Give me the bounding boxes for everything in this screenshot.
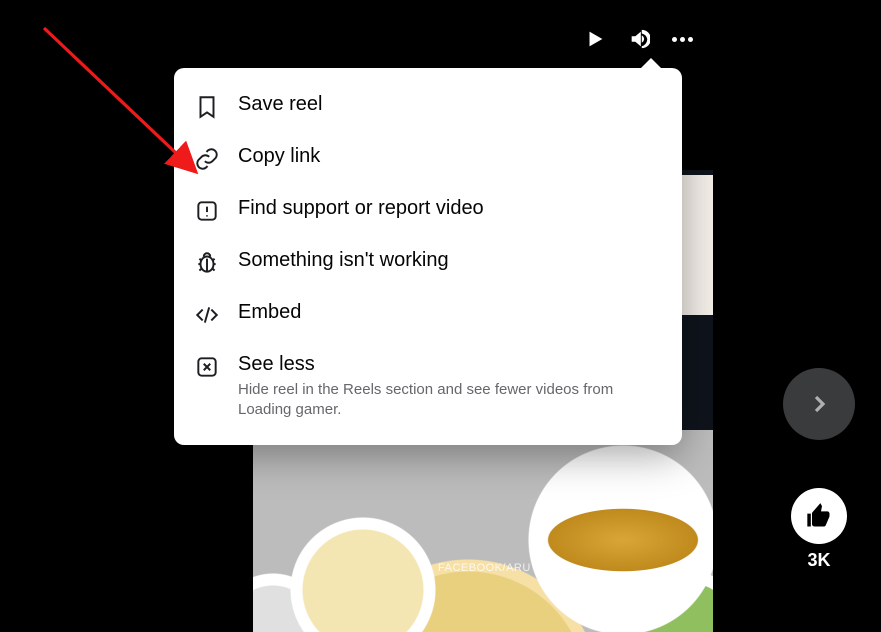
save-reel-menu-item[interactable]: Save reel [174,80,682,132]
embed-icon [194,302,220,328]
chevron-right-icon [807,392,831,416]
link-icon [194,146,220,172]
see-less-menu-item[interactable]: See less Hide reel in the Reels section … [174,340,682,433]
copy-link-menu-item[interactable]: Copy link [174,132,682,184]
play-button[interactable] [584,28,606,50]
bookmark-icon [194,94,220,120]
video-controls [584,28,693,50]
like-button[interactable]: 3K [791,488,847,571]
reel-side-actions: 3K [783,368,855,571]
bug-menu-item[interactable]: Something isn't working [174,236,682,288]
menu-label: Save reel [238,92,323,116]
like-circle [791,488,847,544]
thumbs-up-icon [805,502,833,530]
embed-menu-item[interactable]: Embed [174,288,682,340]
menu-label: See less [238,352,648,376]
video-watermark: FACEBOOK/ARU [438,562,531,574]
volume-icon [628,28,650,50]
play-icon [584,28,606,50]
menu-label: Find support or report video [238,196,484,220]
hide-icon [194,354,220,380]
next-reel-button[interactable] [783,368,855,440]
more-options-button[interactable] [672,37,693,42]
report-menu-item[interactable]: Find support or report video [174,184,682,236]
report-icon [194,198,220,224]
menu-label: Copy link [238,144,320,168]
menu-label: Something isn't working [238,248,449,272]
more-options-menu: Save reel Copy link Find support or repo… [174,68,682,445]
menu-label: Embed [238,300,301,324]
menu-subtitle: Hide reel in the Reels section and see f… [238,380,648,421]
bug-icon [194,250,220,276]
volume-button[interactable] [628,28,650,50]
like-count: 3K [807,550,830,571]
